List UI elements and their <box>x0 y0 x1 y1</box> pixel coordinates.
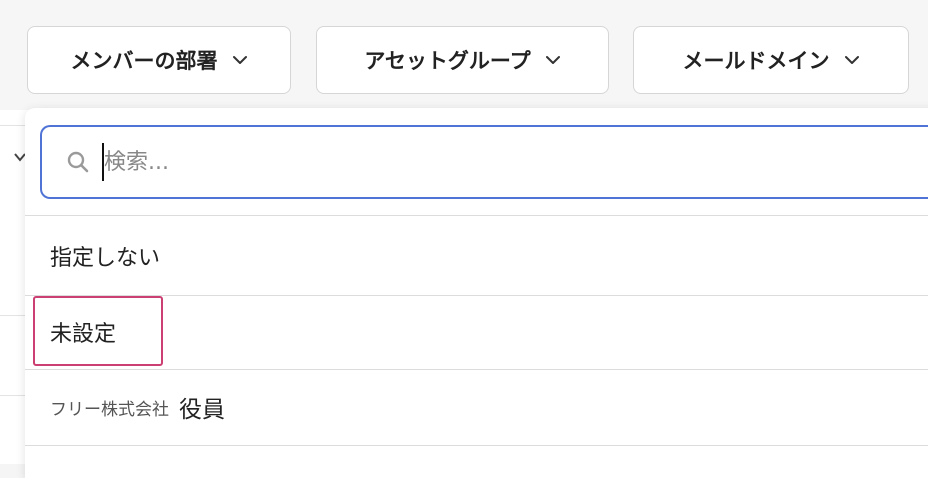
filter-member-department-button[interactable]: メンバーの部署 <box>27 26 291 94</box>
search-input[interactable] <box>100 141 904 183</box>
option-label: 未設定 <box>50 322 117 347</box>
search-field[interactable] <box>40 125 928 199</box>
department-dropdown: 指定しない 未設定 フリー株式会社 役員 <box>25 108 928 478</box>
option-divider <box>25 215 928 216</box>
chevron-down-icon <box>232 52 248 68</box>
option-executive[interactable]: フリー株式会社 役員 <box>25 370 928 444</box>
filter-asset-group-label: アセットグループ <box>364 49 531 73</box>
text-caret <box>102 143 104 181</box>
filter-mail-domain-label: メールドメイン <box>682 49 830 73</box>
option-not-set[interactable]: 未設定 <box>25 296 928 368</box>
chevron-down-icon <box>545 52 561 68</box>
filter-mail-domain-button[interactable]: メールドメイン <box>633 26 909 94</box>
filter-bar: メンバーの部署 アセットグループ メールドメイン <box>0 0 928 110</box>
filter-member-department-label: メンバーの部署 <box>70 49 218 73</box>
option-divider <box>25 445 928 446</box>
option-unspecified[interactable]: 指定しない <box>25 218 928 294</box>
option-company: フリー株式会社 <box>50 399 169 420</box>
option-role: 役員 <box>179 397 225 423</box>
chevron-down-icon <box>844 52 860 68</box>
option-label: 指定しない <box>50 246 161 271</box>
filter-asset-group-button[interactable]: アセットグループ <box>316 26 609 94</box>
search-icon <box>66 150 90 174</box>
